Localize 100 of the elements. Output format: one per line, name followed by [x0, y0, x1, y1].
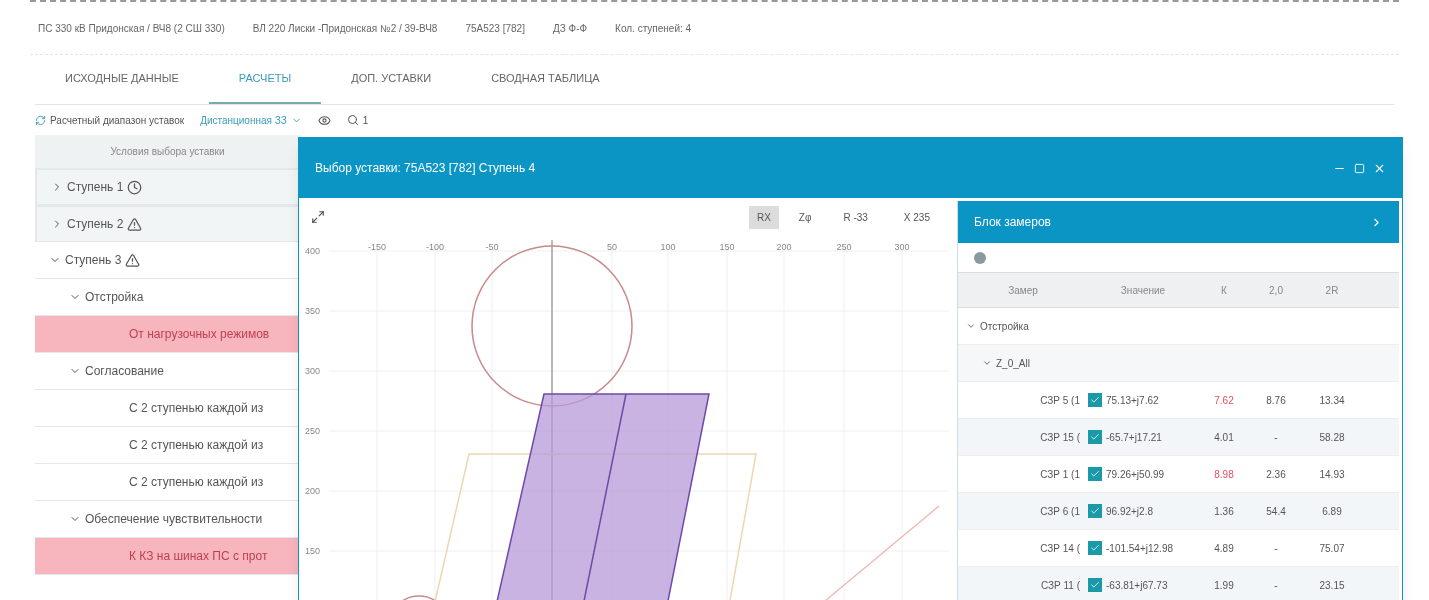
table-cell-text: -63.81+j67.73 [1106, 578, 1168, 593]
check-icon [1090, 543, 1100, 553]
toggle-icon[interactable] [974, 251, 986, 264]
tree-item[interactable]: Ступень 1 [35, 168, 300, 205]
axis-tick-label: 350 [305, 306, 321, 316]
expand-icon[interactable] [311, 210, 325, 224]
check-icon [1090, 469, 1100, 479]
breadcrumb-text: ДЗ Ф-Ф [552, 21, 588, 36]
table-cell-text: 1.99 [1213, 578, 1235, 593]
group-label: Z_0_All [996, 356, 1030, 371]
table-cell-text: СЗР 11 ( [1039, 578, 1081, 593]
table-cell-text: 8.76 [1265, 393, 1287, 408]
panel-header: Условия выбора уставки [35, 135, 300, 168]
checkbox[interactable] [1088, 504, 1102, 518]
table-cell-text: 13.34 [1318, 393, 1346, 408]
tree-label: С 2 ступенью каждой из [129, 474, 264, 491]
tree-label: Ступень 1 [67, 179, 124, 196]
axis-tick-label: 400 [305, 246, 321, 256]
table-cell-text: 54.4 [1265, 504, 1287, 519]
tab[interactable]: ДОП. УСТАВКИ [321, 55, 462, 104]
eye-icon[interactable] [317, 113, 331, 127]
table-cell-text: 4.01 [1213, 430, 1235, 445]
axis-tick-label: 200 [776, 242, 792, 252]
table-cell-text: -101.54+j12.98 [1106, 541, 1173, 556]
axis-tick-label: -150 [368, 242, 386, 252]
tree-label: От нагрузочных режимов [129, 326, 270, 343]
table-cell-text: 1.36 [1213, 504, 1235, 519]
tree-label: К КЗ на шинах ПС с прот [129, 548, 268, 565]
table-cell-text: 23.15 [1318, 578, 1346, 593]
breadcrumb-text: ВЛ 220 Лиски -Придонская №2 / 39-ВЧ8 [252, 21, 438, 36]
checkbox[interactable] [1088, 578, 1102, 592]
column-header: 2,0 [1268, 283, 1284, 298]
coordinate-readout: X 235 [902, 210, 931, 225]
refresh-icon [35, 114, 46, 126]
checkbox[interactable] [1088, 430, 1102, 444]
table-cell-text: СЗР 6 (1 [1039, 504, 1081, 519]
axis-tick-label: 100 [660, 242, 676, 252]
check-icon [1090, 395, 1100, 405]
table-cell-text: СЗР 14 ( [1039, 541, 1081, 556]
axis-tick-label: 150 [305, 546, 321, 556]
range-button[interactable]: Расчетный диапазон уставок [35, 112, 185, 128]
coordinate-readout: R -33 [842, 210, 869, 225]
tree-label: Согласование [85, 363, 164, 380]
warning-icon [125, 252, 141, 268]
column-header: Замер [1007, 283, 1039, 298]
axis-tick-label: 200 [305, 486, 321, 496]
tree-label: С 2 ступенью каждой из [129, 400, 264, 417]
table-cell-text: СЗР 15 ( [1039, 430, 1081, 445]
group-label: Отстройка [980, 319, 1029, 334]
tree-label: Обеспечение чувствительности [85, 511, 263, 528]
table-cell-text: 6.89 [1321, 504, 1343, 519]
mode-toggle[interactable]: RX [748, 205, 779, 229]
table-cell-text: -65.7+j17.21 [1106, 430, 1162, 445]
table-cell-text: 4.89 [1213, 541, 1235, 556]
tree-label: С 2 ступенью каждой из [129, 437, 264, 454]
tree-label: Отстройка [85, 289, 144, 306]
mode-toggle[interactable]: Zφ [790, 205, 820, 229]
axis-tick-label: -100 [426, 242, 444, 252]
clock-icon [127, 179, 143, 195]
tree-label: Ступень 3 [65, 252, 122, 269]
check-icon [1090, 432, 1100, 442]
checkbox[interactable] [1088, 467, 1102, 481]
maximize-icon[interactable] [1354, 162, 1365, 174]
check-icon [1090, 580, 1100, 590]
table-cell-text: 75.13+j7.62 [1106, 393, 1159, 408]
breadcrumb-text: ПС 330 кВ Придонская / ВЧ8 (2 СШ 330) [38, 21, 225, 36]
search-button[interactable]: 1 [346, 112, 369, 128]
table-cell-text: СЗР 1 (1 [1039, 467, 1081, 482]
tree-label: Ступень 2 [67, 216, 124, 233]
table-cell-text: 2.36 [1265, 467, 1287, 482]
table-cell-text: СЗР 5 (1 [1039, 393, 1081, 408]
table-cell-text: 7.62 [1213, 393, 1235, 408]
column-header: К [1220, 283, 1228, 298]
warning-icon [127, 216, 143, 232]
table-cell-text: - [1273, 430, 1279, 445]
dialog-title: Выбор уставки: 75А523 [782] Ступень 4 [315, 160, 537, 177]
axis-tick-label: 250 [305, 426, 321, 436]
tree-item[interactable]: Ступень 2 [35, 205, 300, 242]
breadcrumb-text: Кол. ступеней: 4 [615, 21, 692, 36]
column-header: Значение [1119, 283, 1167, 298]
table-cell-text: 96.92+j2.8 [1106, 504, 1153, 519]
axis-tick-label: 50 [607, 242, 617, 252]
checkbox[interactable] [1088, 541, 1102, 555]
table-cell-text: - [1273, 541, 1279, 556]
table-cell-text: - [1273, 578, 1279, 593]
search-icon [346, 114, 359, 126]
table-cell-text: 79.26+j50.99 [1106, 467, 1165, 482]
axis-tick-label: 250 [836, 242, 852, 252]
axis-tick-label: -50 [485, 242, 499, 252]
chevron-down-icon[interactable] [966, 321, 976, 331]
table-cell-text: 58.28 [1318, 430, 1346, 445]
column-header: 2R [1324, 283, 1340, 298]
checkbox[interactable] [1088, 393, 1102, 407]
axis-tick-label: 300 [894, 242, 910, 252]
table-cell-text: 75.07 [1318, 541, 1346, 556]
chevron-down-icon[interactable] [982, 358, 992, 368]
tab[interactable]: ИСХОДНЫЕ ДАННЫЕ [35, 55, 209, 104]
axis-tick-label: 150 [719, 242, 735, 252]
axis-tick-label: 300 [305, 366, 321, 376]
tab[interactable]: СВОДНАЯ ТАБЛИЦА [461, 55, 630, 104]
